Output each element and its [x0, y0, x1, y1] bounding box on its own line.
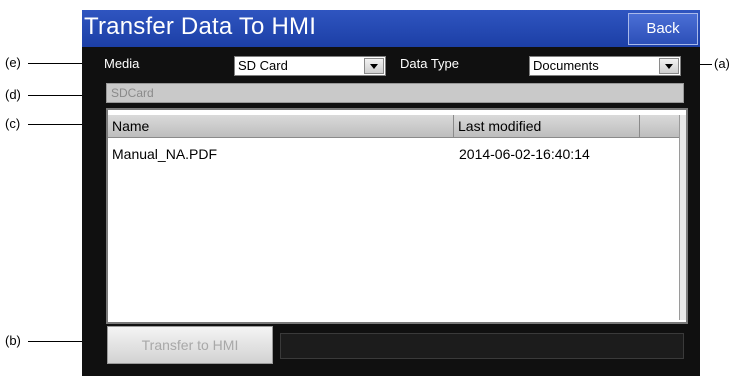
callout-b: (b): [5, 333, 21, 348]
file-modified: 2014-06-02-16:40:14: [459, 146, 590, 162]
window-title: Transfer Data To HMI: [84, 13, 317, 40]
back-button[interactable]: Back: [628, 13, 698, 45]
file-list[interactable]: Name Last modified Manual_NA.PDF 2014-06…: [106, 108, 688, 324]
media-select[interactable]: SD Card: [234, 56, 386, 76]
chevron-down-icon[interactable]: [364, 58, 384, 74]
scrollbar[interactable]: [679, 115, 686, 320]
status-field: [280, 333, 684, 359]
data-type-select-value: Documents: [533, 58, 599, 73]
data-type-label: Data Type: [400, 56, 460, 71]
file-name: Manual_NA.PDF: [112, 146, 218, 162]
callout-d: (d): [5, 87, 21, 102]
callout-c: (c): [5, 116, 21, 131]
column-header-name[interactable]: Name: [108, 115, 454, 137]
chevron-down-icon[interactable]: [659, 58, 679, 74]
transfer-to-hmi-button[interactable]: Transfer to HMI: [107, 326, 273, 364]
callout-a: (a): [714, 56, 730, 71]
title-bar: Transfer Data To HMI Back: [82, 10, 700, 47]
list-header: Name Last modified: [108, 115, 686, 138]
path-display: SDCard: [106, 83, 684, 103]
media-select-value: SD Card: [238, 58, 288, 73]
callout-e: (e): [5, 55, 21, 70]
hmi-screen: Transfer Data To HMI Back Media SD Card …: [82, 10, 700, 376]
media-label: Media: [104, 56, 140, 71]
column-header-last-modified[interactable]: Last modified: [454, 115, 640, 137]
data-type-select[interactable]: Documents: [529, 56, 681, 76]
